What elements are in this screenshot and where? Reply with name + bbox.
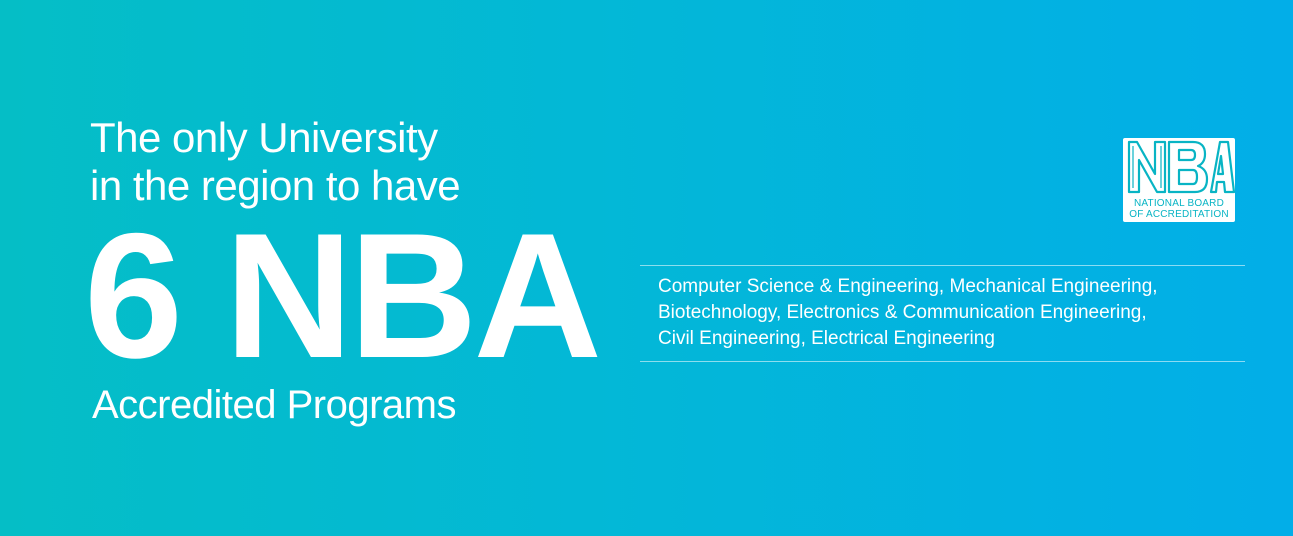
headline-line-1: The only University xyxy=(90,114,438,161)
promo-banner: The only University in the region to hav… xyxy=(0,0,1293,536)
program-list-line-2: Biotechnology, Electronics & Communicati… xyxy=(658,302,1147,323)
nba-logo: NATIONAL BOARD OF ACCREDITATION xyxy=(1123,138,1235,222)
logo-text-line-1: NATIONAL BOARD xyxy=(1134,198,1224,209)
divider-bottom xyxy=(640,361,1245,362)
program-list-line-3: Civil Engineering, Electrical Engineerin… xyxy=(658,328,995,349)
subhead: Accredited Programs xyxy=(92,383,456,427)
divider-top xyxy=(640,265,1245,266)
accreditation-count: 6 NBA xyxy=(84,196,602,395)
logo-text-line-2: OF ACCREDITATION xyxy=(1129,209,1229,220)
program-list-line-1: Computer Science & Engineering, Mechanic… xyxy=(658,276,1158,297)
program-list: Computer Science & Engineering, Mechanic… xyxy=(658,274,1248,352)
